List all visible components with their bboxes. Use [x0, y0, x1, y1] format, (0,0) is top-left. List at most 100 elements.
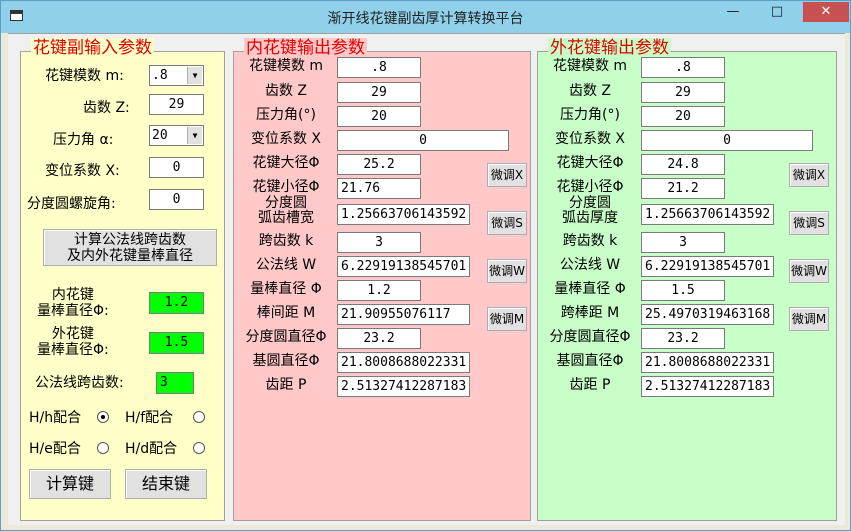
inner-row-value[interactable]: 6.22919138545701: [337, 256, 470, 277]
outer-row-value[interactable]: 20: [641, 106, 725, 127]
inner-adjust-w-button[interactable]: 微调W: [487, 259, 527, 283]
fit-he-label[interactable]: H/e配合: [29, 440, 81, 458]
shift-coefficient-input[interactable]: 0: [149, 157, 204, 178]
close-button[interactable]: ✕: [803, 2, 849, 22]
outer-row-label: 花键模数 m: [552, 58, 628, 74]
inner-row-value[interactable]: 2.51327412287183: [337, 376, 470, 397]
inner-row-value[interactable]: 21.76: [337, 178, 421, 199]
fit-hd-label[interactable]: H/d配合: [125, 440, 177, 458]
inner-row-value[interactable]: 29: [337, 82, 421, 103]
inner-row-value[interactable]: 23.2: [337, 328, 421, 349]
inner-rod-value: 1.2: [149, 292, 204, 314]
outer-row-value[interactable]: 1.25663706143592: [641, 204, 774, 225]
inner-row-label: 跨齿数 k: [258, 233, 314, 249]
outer-row-label: 花键小径Φ: [556, 179, 624, 195]
end-button[interactable]: 结束键: [125, 469, 207, 499]
outer-row-label: 跨齿数 k: [562, 233, 618, 249]
inner-row-label: 分度圆直径Φ: [245, 329, 327, 345]
outer-row-label: 压力角(°): [560, 107, 620, 123]
maximize-button[interactable]: □: [757, 2, 797, 22]
inner-row-label: 花键大径Φ: [252, 155, 320, 171]
inner-row-label: 齿距 P: [265, 377, 307, 393]
chevron-down-icon[interactable]: ▼: [187, 67, 202, 84]
outer-row-value[interactable]: 24.8: [641, 154, 725, 175]
outer-row-label: 齿数 Z: [568, 83, 612, 99]
inner-row-label: 变位系数 X: [250, 131, 322, 147]
outer-row-value[interactable]: 6.22919138545701: [641, 256, 774, 277]
client-area: 花键副输入参数 花键模数 m: .8 ▼ 齿数 Z: 29 压力角 α: 20 …: [8, 33, 845, 525]
inner-row-value[interactable]: 1.2: [337, 280, 421, 301]
outer-row-value[interactable]: 21.2: [641, 178, 725, 199]
outer-adjust-s-button[interactable]: 微调S: [789, 211, 829, 235]
fit-hh-label[interactable]: H/h配合: [29, 409, 81, 427]
pressure-angle-combo[interactable]: 20 ▼: [149, 125, 204, 146]
span-count-label: 公法线跨齿数:: [35, 375, 124, 391]
inner-row-label: 公法线 W: [255, 257, 317, 273]
teeth-label: 齿数 Z:: [83, 100, 130, 116]
outer-row-label: 花键大径Φ: [556, 155, 624, 171]
outer-adjust-x-button[interactable]: 微调X: [789, 163, 829, 187]
inner-row-value[interactable]: 21.8008688022331: [337, 352, 470, 373]
outer-row-label: 变位系数 X: [554, 131, 626, 147]
module-combo[interactable]: .8 ▼: [149, 65, 204, 86]
teeth-input[interactable]: 29: [149, 94, 204, 115]
fit-he-radio[interactable]: [97, 442, 109, 454]
inner-row-label: 齿数 Z: [264, 83, 308, 99]
inner-row-value[interactable]: 0: [337, 130, 509, 151]
chevron-down-icon[interactable]: ▼: [187, 127, 202, 144]
inner-row-label: 棒间距 M: [256, 305, 316, 321]
compute-button[interactable]: 计算键: [29, 469, 111, 499]
inner-row-label: 压力角(°): [256, 107, 316, 123]
outer-panel-title: 外花键输出参数: [548, 38, 671, 58]
outer-row-value[interactable]: 1.5: [641, 280, 725, 301]
outer-row-label: 齿距 P: [569, 377, 611, 393]
fit-hd-radio[interactable]: [193, 442, 205, 454]
outer-adjust-m-button[interactable]: 微调M: [789, 307, 829, 331]
inner-row-value[interactable]: 20: [337, 106, 421, 127]
outer-output-panel: 外花键输出参数 花键模数 m .8 齿数 Z 29 压力角(°) 20 变位系数 X 0 花键大…: [537, 38, 837, 521]
inner-rod-label: 内花键 量棒直径Φ:: [37, 287, 109, 319]
minimize-button[interactable]: —: [713, 2, 753, 22]
outer-row-value[interactable]: 21.8008688022331: [641, 352, 774, 373]
inner-row-label: 量棒直径 Φ: [250, 281, 322, 297]
outer-row-label: 公法线 W: [559, 257, 621, 273]
inner-panel-title: 内花键输出参数: [244, 38, 367, 58]
outer-row-value[interactable]: 0: [641, 130, 813, 151]
title-bar[interactable]: 渐开线花键副齿厚计算转换平台 — □ ✕: [1, 1, 850, 33]
input-panel: 花键副输入参数 花键模数 m: .8 ▼ 齿数 Z: 29 压力角 α: 20 …: [20, 38, 225, 521]
outer-adjust-w-button[interactable]: 微调W: [789, 259, 829, 283]
inner-row-value[interactable]: 3: [337, 232, 421, 253]
span-count-value: 3: [156, 372, 194, 394]
module-label: 花键模数 m:: [45, 68, 124, 84]
outer-row-label: 量棒直径 Φ: [554, 281, 626, 297]
outer-row-value[interactable]: 2.51327412287183: [641, 376, 774, 397]
inner-row-value[interactable]: 21.90955076117: [337, 304, 470, 325]
inner-row-label: 花键模数 m: [248, 58, 324, 74]
inner-row-label: 分度圆 弧齿槽宽: [258, 195, 314, 226]
app-window: 渐开线花键副齿厚计算转换平台 — □ ✕ 花键副输入参数 花键模数 m: .8 …: [0, 0, 851, 531]
inner-row-value[interactable]: 25.2: [337, 154, 421, 175]
outer-row-value[interactable]: 23.2: [641, 328, 725, 349]
outer-row-value[interactable]: 25.4970319463168: [641, 304, 774, 325]
outer-row-value[interactable]: .8: [641, 57, 725, 78]
pressure-angle-label: 压力角 α:: [53, 132, 114, 148]
inner-adjust-x-button[interactable]: 微调X: [487, 163, 527, 187]
inner-row-value[interactable]: .8: [337, 57, 421, 78]
inner-output-panel: 内花键输出参数 花键模数 m .8 齿数 Z 29 压力角(°) 20 变位系数 X 0 花键大…: [233, 38, 531, 521]
input-panel-title: 花键副输入参数: [31, 38, 154, 58]
fit-hh-radio[interactable]: [97, 411, 109, 423]
helix-angle-label: 分度圆螺旋角:: [27, 196, 116, 212]
outer-row-value[interactable]: 3: [641, 232, 725, 253]
pressure-angle-combo-value: 20: [152, 128, 168, 143]
outer-row-value[interactable]: 29: [641, 82, 725, 103]
inner-row-value[interactable]: 1.25663706143592: [337, 204, 470, 225]
fit-hf-label[interactable]: H/f配合: [125, 409, 173, 427]
inner-adjust-s-button[interactable]: 微调S: [487, 211, 527, 235]
calculate-span-button[interactable]: 计算公法线跨齿数 及内外花键量棒直径: [43, 229, 217, 266]
helix-angle-input[interactable]: 0: [149, 189, 204, 210]
inner-row-label: 基圆直径Φ: [252, 353, 320, 369]
fit-hf-radio[interactable]: [193, 411, 205, 423]
outer-rod-label: 外花键 量棒直径Φ:: [37, 326, 109, 358]
outer-row-label: 分度圆直径Φ: [549, 329, 631, 345]
inner-adjust-m-button[interactable]: 微调M: [487, 307, 527, 331]
